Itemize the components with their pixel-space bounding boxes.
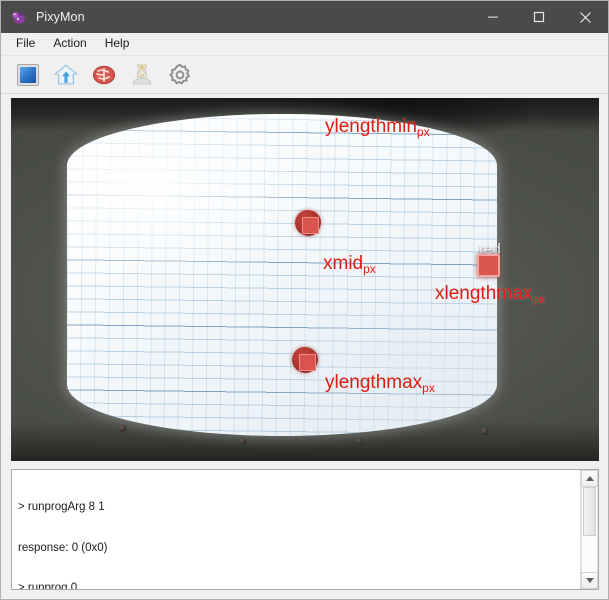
menu-bar: File Action Help (1, 33, 608, 56)
blob-center-square (302, 217, 319, 234)
overlay-label-xlengthmax: xlengthmaxpx (435, 283, 545, 306)
scroll-up-arrow-icon[interactable] (581, 470, 598, 487)
console-output[interactable]: > runprogArg 8 1 response: 0 (0x0) > run… (11, 469, 599, 590)
raw-video-icon[interactable] (14, 61, 41, 88)
hourglass-person-icon[interactable] (128, 61, 155, 88)
overlay-label-xlengthmax-text: xlengthmax (435, 283, 533, 304)
overlay-label-ylengthmin-text: ylengthmin (325, 116, 417, 137)
pixymon-blob-logo-icon (10, 9, 27, 26)
screw-dot (119, 425, 126, 432)
window-title: PixyMon (36, 10, 85, 24)
screw-dot (356, 438, 363, 445)
blob-ylengthmin (295, 210, 321, 236)
scroll-down-arrow-icon[interactable] (581, 572, 598, 589)
pixy-camera-view[interactable]: ylengthminpx xmidpx ylengthmaxpx red xle… (11, 98, 599, 461)
menu-item-action[interactable]: Action (44, 34, 95, 54)
pixymon-window: PixyMon File Action Help ylengthminpx xm… (0, 0, 609, 600)
overlay-label-xmid: xmidpx (323, 253, 376, 276)
console-scrollbar[interactable] (580, 470, 598, 589)
console-line: > runprog 0 (18, 582, 78, 589)
overlay-label-ylengthmin-unit: px (416, 125, 430, 139)
console-line: > runprogArg 8 1 (18, 501, 105, 513)
overlay-label-ylengthmin: ylengthminpx (325, 116, 430, 139)
title-bar-left: PixyMon (1, 9, 85, 26)
scrollbar-thumb[interactable] (583, 487, 596, 537)
overlay-label-xlengthmax-unit: px (532, 292, 545, 306)
overlay-label-ylengthmax-unit: px (422, 381, 435, 395)
tool-bar (1, 56, 608, 94)
raw-meat-icon[interactable] (90, 61, 117, 88)
blob-center-square (299, 354, 316, 371)
maximize-icon[interactable] (516, 1, 562, 33)
console-text[interactable]: > runprogArg 8 1 response: 0 (0x0) > run… (12, 470, 580, 589)
overlay-label-ylengthmax: ylengthmaxpx (325, 372, 435, 395)
marker-xlengthmax (477, 254, 500, 277)
blob-xmid (292, 347, 318, 373)
minimize-icon[interactable] (470, 1, 516, 33)
overlay-label-ylengthmax-text: ylengthmax (325, 372, 423, 393)
close-icon[interactable] (562, 1, 608, 33)
paper-top-edge (67, 114, 497, 123)
overlay-label-xmid-unit: px (363, 262, 376, 276)
screw-dot (239, 438, 246, 445)
overlay-label-xmid-text: xmid (323, 253, 364, 274)
window-controls (470, 1, 608, 33)
menu-item-help[interactable]: Help (96, 34, 139, 54)
console-line: response: 0 (0x0) (18, 541, 108, 554)
menu-item-file[interactable]: File (7, 34, 44, 54)
title-bar: PixyMon (1, 1, 608, 33)
gear-icon[interactable] (166, 61, 193, 88)
scrollbar-track[interactable] (581, 487, 598, 572)
screw-dot (481, 428, 488, 435)
video-canvas: ylengthminpx xmidpx ylengthmaxpx red xle… (11, 98, 599, 461)
home-icon[interactable] (52, 61, 79, 88)
